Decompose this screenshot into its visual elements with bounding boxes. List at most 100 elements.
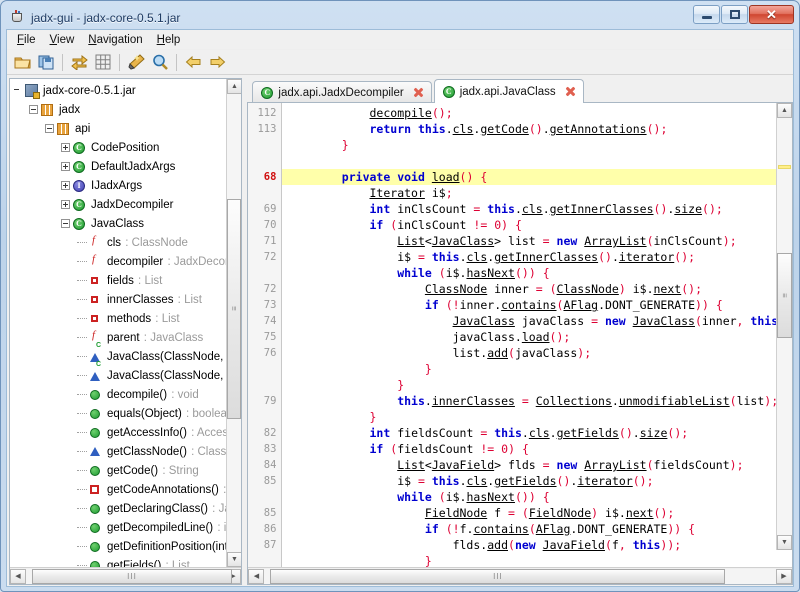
tree-node[interactable]: getDefinitionPosition(int, int) : Cod xyxy=(10,537,241,556)
editor-tab[interactable]: Cjadx.api.JavaClass xyxy=(434,79,584,103)
editor-horizontal-scrollbar[interactable]: ◀ III ▶ xyxy=(248,567,792,584)
tree-node[interactable]: methods : List xyxy=(10,309,241,328)
code-line[interactable]: } xyxy=(282,377,792,393)
code-line[interactable]: private void load() { xyxy=(282,169,792,185)
tree-node[interactable]: CDefaultJadxArgs xyxy=(10,157,241,176)
tree-node[interactable]: jadx xyxy=(10,100,241,119)
tree-node[interactable]: getClassNode() : ClassNode xyxy=(10,442,241,461)
code-line[interactable]: this.innerClasses = Collections.unmodifi… xyxy=(282,393,792,409)
code-line[interactable]: int inClsCount = this.cls.getInnerClasse… xyxy=(282,201,792,217)
menu-navigation[interactable]: Navigation xyxy=(81,32,149,48)
code-line[interactable]: while (i$.hasNext()) { xyxy=(282,265,792,281)
close-button[interactable]: ✕ xyxy=(749,5,794,24)
code-line[interactable] xyxy=(282,153,792,169)
back-icon[interactable] xyxy=(182,52,204,73)
collapse-toggle-icon[interactable] xyxy=(29,105,38,114)
tree-node[interactable]: parent : JavaClass xyxy=(10,328,241,347)
tree-hscroll-track[interactable]: III xyxy=(26,569,225,584)
menu-view[interactable]: View xyxy=(43,32,82,48)
search-icon[interactable] xyxy=(149,52,171,73)
sync-icon[interactable] xyxy=(68,52,90,73)
tree-node[interactable]: equals(Object) : boolean xyxy=(10,404,241,423)
code-line[interactable]: int fieldsCount = this.cls.getFields().s… xyxy=(282,425,792,441)
tree-scroll-up-arrow[interactable]: ▲ xyxy=(227,79,241,94)
code-line[interactable]: } xyxy=(282,137,792,153)
tree-node[interactable]: fields : List xyxy=(10,271,241,290)
editor-scroll-up-arrow[interactable]: ▲ xyxy=(777,103,792,118)
tree-node[interactable]: CCodePosition xyxy=(10,138,241,157)
editor-vertical-thumb[interactable]: ≡ xyxy=(777,253,792,338)
code-line[interactable]: JavaClass javaClass = new JavaClass(inne… xyxy=(282,313,792,329)
code-content[interactable]: decompile(); return this.cls.getCode().g… xyxy=(282,103,792,567)
tree-node[interactable]: innerClasses : List xyxy=(10,290,241,309)
tree-horizontal-thumb[interactable]: III xyxy=(32,569,232,584)
code-line[interactable]: return this.cls.getCode().getAnnotations… xyxy=(282,121,792,137)
tree-node[interactable]: CJavaClass xyxy=(10,214,241,233)
editor-hscroll-track[interactable]: III xyxy=(264,569,776,584)
save-all-icon[interactable] xyxy=(35,52,57,73)
collapse-toggle-icon[interactable] xyxy=(61,219,70,228)
code-line[interactable]: i$ = this.cls.getFields().iterator(); xyxy=(282,473,792,489)
code-line[interactable]: decompile(); xyxy=(282,105,792,121)
tree-node[interactable]: jadx-core-0.5.1.jar xyxy=(10,81,241,100)
code-line[interactable]: javaClass.load(); xyxy=(282,329,792,345)
class-tree[interactable]: jadx-core-0.5.1.jarjadxapiCCodePositionC… xyxy=(10,81,241,567)
tree-node[interactable]: JavaClass(ClassNode, JadxDecompiler) xyxy=(10,347,241,366)
tree-horizontal-scrollbar[interactable]: ◀ III ▶ xyxy=(10,567,241,584)
code-line[interactable]: FieldNode f = (FieldNode) i$.next(); xyxy=(282,505,792,521)
tab-close-icon[interactable] xyxy=(564,85,577,98)
editor-scroll-down-arrow[interactable]: ▼ xyxy=(777,535,792,550)
minimize-button[interactable] xyxy=(693,5,720,24)
tree-node[interactable]: api xyxy=(10,119,241,138)
tree-node[interactable]: JavaClass(ClassNode, JavaClass) xyxy=(10,366,241,385)
editor-tab[interactable]: Cjadx.api.JadxDecompiler xyxy=(252,81,431,103)
editor-vertical-scrollbar[interactable]: ▲ ≡ ▼ xyxy=(776,103,792,550)
code-line[interactable]: Iterator i$; xyxy=(282,185,792,201)
tree-vertical-thumb[interactable]: ≡ xyxy=(227,199,241,419)
forward-icon[interactable] xyxy=(206,52,228,73)
tree-node[interactable]: getCode() : String xyxy=(10,461,241,480)
code-line[interactable]: if (inClsCount != 0) { xyxy=(282,217,792,233)
code-line[interactable]: ClassNode inner = (ClassNode) i$.next(); xyxy=(282,281,792,297)
tree-node[interactable]: getDeclaringClass() : JavaClass xyxy=(10,499,241,518)
code-line[interactable]: flds.add(new JavaField(f, this)); xyxy=(282,537,792,553)
editor-horizontal-thumb[interactable]: III xyxy=(270,569,725,584)
code-line[interactable]: if (!f.contains(AFlag.DONT_GENERATE)) { xyxy=(282,521,792,537)
tree-node[interactable]: getFields() : List xyxy=(10,556,241,567)
code-line[interactable]: List<JavaClass> list = new ArrayList(inC… xyxy=(282,233,792,249)
tree-node[interactable]: CJadxDecompiler xyxy=(10,195,241,214)
tree-scroll-area[interactable]: jadx-core-0.5.1.jarjadxapiCCodePositionC… xyxy=(10,79,241,567)
tree-node[interactable]: decompiler : JadxDecompiler xyxy=(10,252,241,271)
tree-node[interactable]: getDecompiledLine() : int xyxy=(10,518,241,537)
expand-toggle-icon[interactable] xyxy=(61,143,70,152)
code-line[interactable]: i$ = this.cls.getInnerClasses().iterator… xyxy=(282,249,792,265)
tree-node[interactable]: IIJadxArgs xyxy=(10,176,241,195)
code-line[interactable]: } xyxy=(282,553,792,567)
code-line[interactable]: } xyxy=(282,361,792,377)
tree-scroll-left-arrow[interactable]: ◀ xyxy=(10,569,26,584)
flat-packages-icon[interactable] xyxy=(92,52,114,73)
expand-toggle-icon[interactable] xyxy=(61,200,70,209)
collapse-toggle-icon[interactable] xyxy=(45,124,54,133)
code-line[interactable]: while (i$.hasNext()) { xyxy=(282,489,792,505)
code-line[interactable]: list.add(javaClass); xyxy=(282,345,792,361)
code-line[interactable]: } xyxy=(282,409,792,425)
maximize-button[interactable] xyxy=(721,5,748,24)
tree-vertical-scrollbar[interactable]: ▲ ≡ ▼ xyxy=(226,79,241,567)
tree-node[interactable]: decompile() : void xyxy=(10,385,241,404)
menu-file[interactable]: File xyxy=(10,32,43,48)
editor-scroll-left-arrow[interactable]: ◀ xyxy=(248,569,264,584)
tree-node[interactable]: cls : ClassNode xyxy=(10,233,241,252)
tab-close-icon[interactable] xyxy=(412,86,425,99)
open-file-icon[interactable] xyxy=(11,52,33,73)
editor-scroll-right-arrow[interactable]: ▶ xyxy=(776,569,792,584)
code-line[interactable]: if (!inner.contains(AFlag.DONT_GENERATE)… xyxy=(282,297,792,313)
tree-scroll-down-arrow[interactable]: ▼ xyxy=(227,552,241,567)
tree-node[interactable]: getCodeAnnotations() : Map xyxy=(10,480,241,499)
code-line[interactable]: List<JavaField> flds = new ArrayList(fie… xyxy=(282,457,792,473)
tree-node[interactable]: getAccessInfo() : AccessInfo xyxy=(10,423,241,442)
expand-toggle-icon[interactable] xyxy=(61,162,70,171)
code-line[interactable]: if (fieldsCount != 0) { xyxy=(282,441,792,457)
expand-toggle-icon[interactable] xyxy=(61,181,70,190)
deobfuscation-icon[interactable] xyxy=(125,52,147,73)
